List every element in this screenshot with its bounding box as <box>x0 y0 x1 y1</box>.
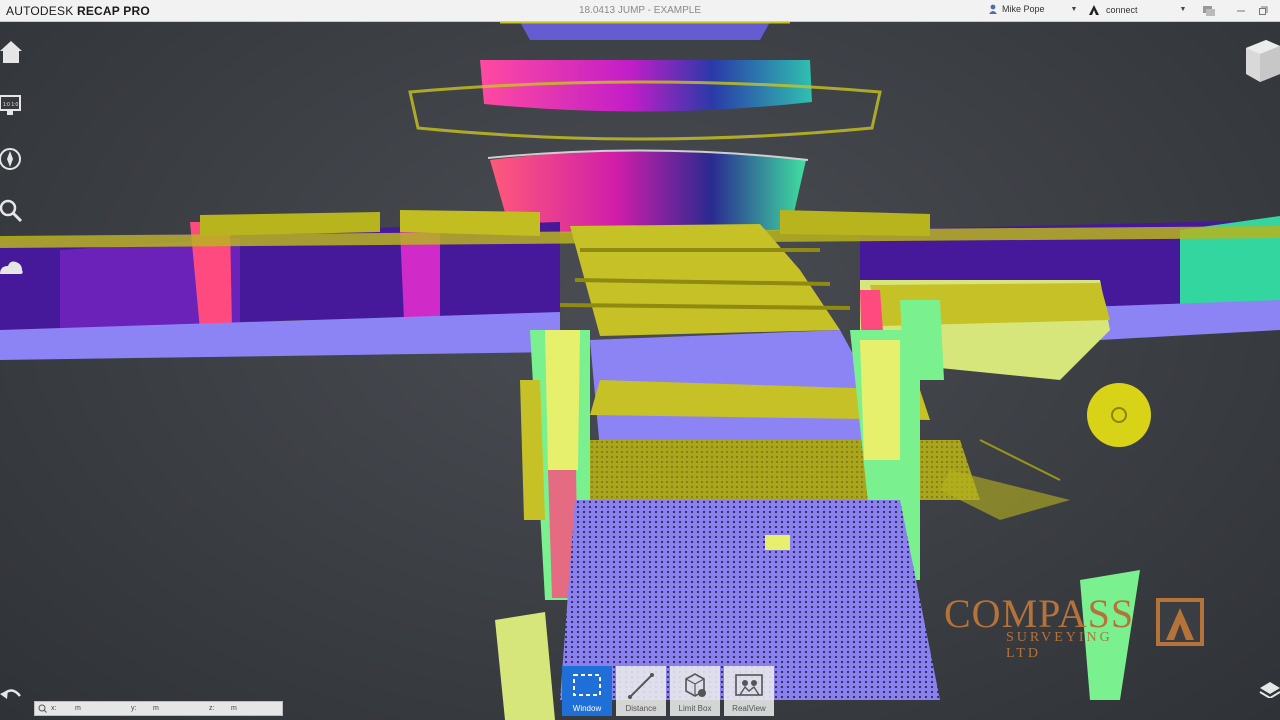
app-brand: AUTODESK RECAP PRO <box>6 4 150 18</box>
user-menu[interactable]: Mike Pope ▼ <box>988 4 1077 14</box>
limit-box-tool-button[interactable]: Limit Box <box>670 666 720 716</box>
watermark-logo-icon <box>1156 598 1204 646</box>
y-label: y: <box>131 705 137 712</box>
user-icon <box>989 4 997 14</box>
tool-label: Limit Box <box>678 704 712 713</box>
screen-icon[interactable]: 1:0 1:0 <box>0 92 24 118</box>
distance-icon <box>628 673 654 699</box>
home-icon[interactable] <box>0 39 24 65</box>
connect-label: connect <box>1106 4 1138 15</box>
tool-label: Window <box>572 704 602 713</box>
watermark-subtitle: SURVEYING LTD <box>1006 630 1113 661</box>
cloud-icon[interactable] <box>0 254 24 280</box>
maximize-button[interactable] <box>1254 3 1272 19</box>
window-tool-button[interactable]: Window <box>562 666 612 716</box>
distance-tool-button[interactable]: Distance <box>616 666 666 716</box>
title-bar: AUTODESK RECAP PRO 18.0413 JUMP - EXAMPL… <box>0 0 1280 22</box>
x-unit: m <box>75 705 81 712</box>
limit-box-icon <box>685 673 706 697</box>
tool-label: Distance <box>625 704 657 713</box>
chevron-down-icon: ▼ <box>1070 5 1078 13</box>
screen-icon-text: 1:0 1:0 <box>3 102 19 108</box>
y-unit: m <box>153 705 159 712</box>
user-name: Mike Pope <box>1002 4 1045 14</box>
search-icon <box>38 704 47 713</box>
brand-product: RECAP PRO <box>76 4 150 18</box>
watermark: COMPASS SURVEYING LTD <box>944 591 1204 661</box>
minimize-button[interactable] <box>1232 3 1250 19</box>
z-label: z: <box>209 705 215 712</box>
tool-label: RealView <box>732 704 766 713</box>
compass-icon[interactable] <box>0 146 24 172</box>
connect-menu[interactable]: connect ▼ <box>1088 4 1186 15</box>
measure-toolbar: Window Distance Limit Box RealView <box>562 666 774 716</box>
autodesk-a-icon <box>1089 5 1099 15</box>
layers-icon[interactable] <box>1258 676 1280 698</box>
undo-icon[interactable] <box>0 682 22 704</box>
realview-icon <box>735 674 763 696</box>
window-select-icon <box>573 674 601 696</box>
coordinate-readout: x: m y: m z: m <box>34 701 283 716</box>
point-cloud-viewport[interactable]: 1:0 1:0 COMPASS SURVEYING LTD <box>0 22 1280 720</box>
chat-icon[interactable] <box>1200 3 1218 19</box>
orbit-cursor-marker <box>1087 383 1151 447</box>
realview-tool-button[interactable]: RealView <box>724 666 774 716</box>
chevron-down-icon: ▼ <box>1179 6 1187 13</box>
brand-prefix: AUTODESK <box>6 4 74 18</box>
search-icon[interactable] <box>0 198 24 224</box>
view-cube-icon[interactable] <box>1244 38 1280 84</box>
z-unit: m <box>231 705 237 712</box>
watermark-name: COMPASS <box>944 591 1135 636</box>
orbit-icon <box>1111 407 1127 423</box>
x-label: x: <box>51 705 57 712</box>
